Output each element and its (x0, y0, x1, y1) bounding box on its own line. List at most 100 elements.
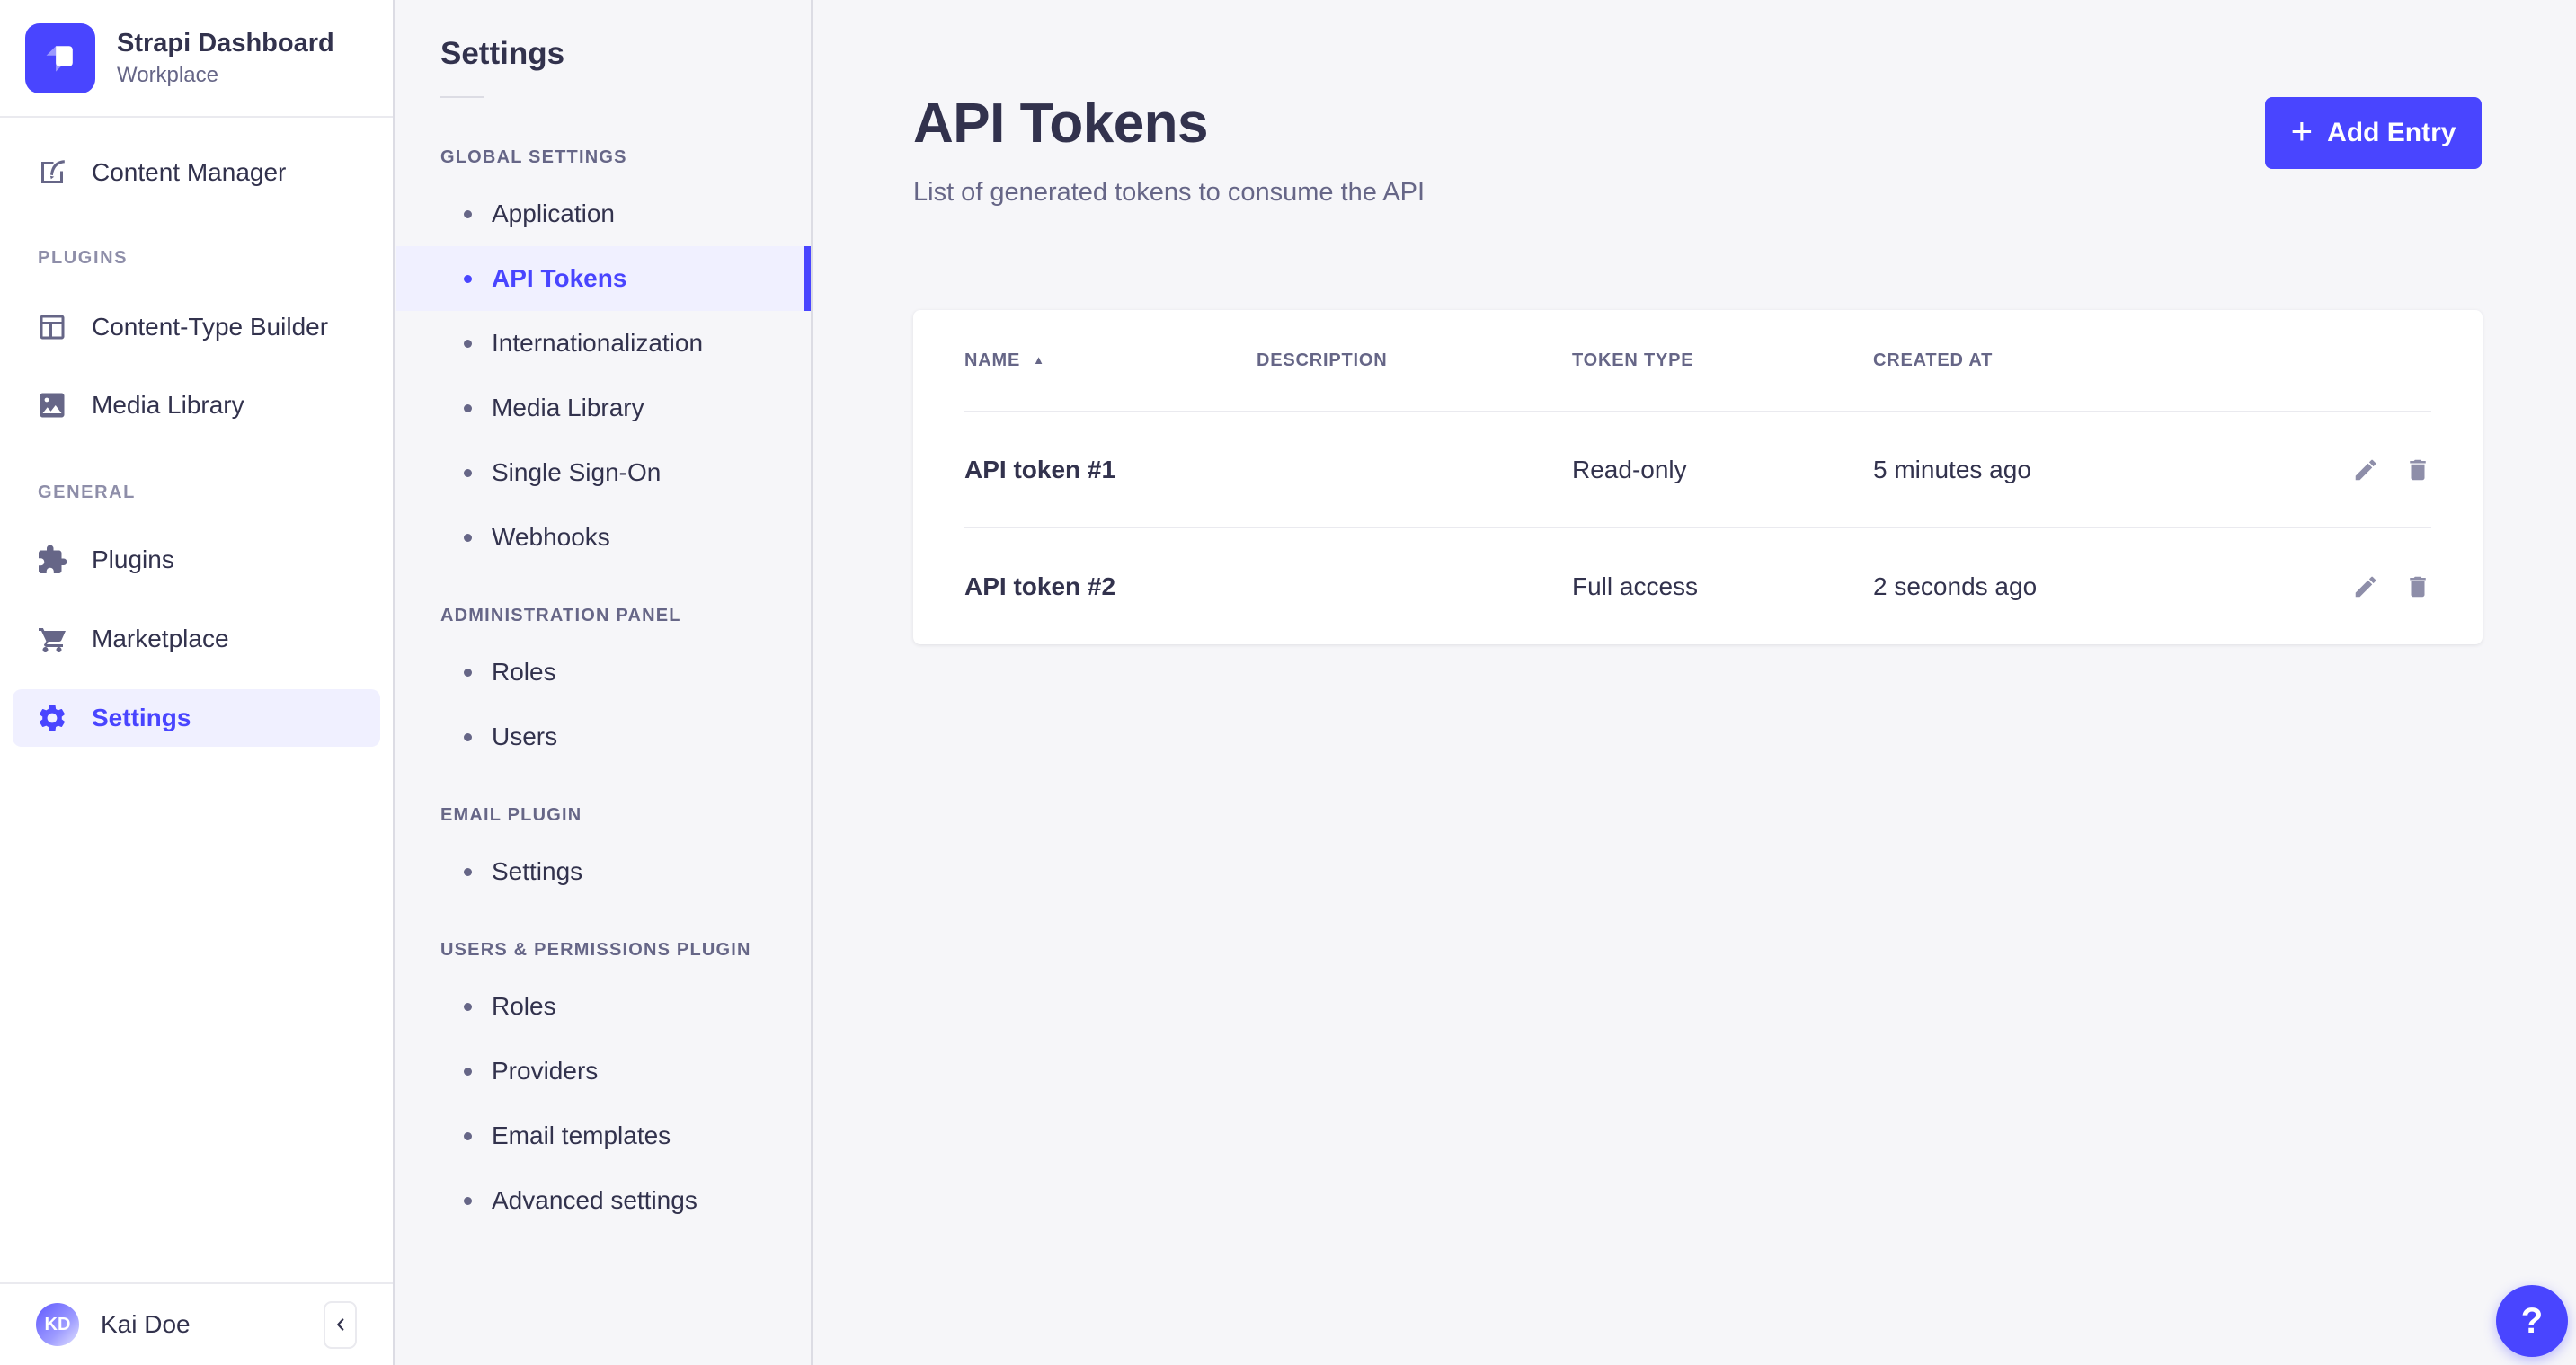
column-header-description[interactable]: DESCRIPTION (1257, 350, 1572, 371)
sidebar-item-media-library[interactable]: Media Library (13, 377, 380, 434)
subnav-list-administration-panel: Roles Users (396, 640, 811, 769)
subnav-item-up-roles[interactable]: Roles (396, 974, 811, 1039)
bullet-icon (464, 1132, 472, 1140)
plus-icon: + (2291, 112, 2314, 150)
avatar[interactable]: KD (36, 1303, 79, 1346)
subnav-item-label: Settings (492, 857, 582, 886)
table-header-row: NAME ▲ DESCRIPTION TOKEN TYPE CREATED AT (964, 310, 2431, 412)
sort-ascending-icon[interactable]: ▲ (1033, 353, 1045, 367)
subnav-divider (440, 96, 484, 98)
subnav-item-label: Webhooks (492, 523, 610, 552)
subnav-item-label: Media Library (492, 394, 644, 422)
subnav-item-up-providers[interactable]: Providers (396, 1039, 811, 1104)
edit-button[interactable] (2352, 456, 2379, 483)
subnav-item-label: Roles (492, 658, 556, 687)
sidebar-item-settings[interactable]: Settings (13, 689, 380, 747)
bullet-icon (464, 1197, 472, 1205)
subnav-item-media-library[interactable]: Media Library (396, 376, 811, 440)
sidebar-item-content-type-builder[interactable]: Content-Type Builder (13, 298, 380, 356)
column-header-name[interactable]: NAME ▲ (964, 350, 1257, 371)
subnav-item-admin-roles[interactable]: Roles (396, 640, 811, 705)
token-type: Read-only (1572, 456, 1873, 484)
subnav-list-users-permissions: Roles Providers Email templates Advanced… (396, 974, 811, 1233)
user-name: Kai Doe (101, 1310, 191, 1339)
subnav-item-single-sign-on[interactable]: Single Sign-On (396, 440, 811, 505)
subnav-list-email-plugin: Settings (396, 839, 811, 904)
gear-icon (36, 702, 68, 734)
sidebar-item-label: Marketplace (92, 625, 229, 653)
subnav-item-admin-users[interactable]: Users (396, 705, 811, 769)
delete-button[interactable] (2404, 456, 2431, 483)
bullet-icon (464, 404, 472, 412)
subnav-item-label: Single Sign-On (492, 458, 661, 487)
pencil-icon (2352, 573, 2379, 600)
bullet-icon (464, 210, 472, 218)
sidebar-item-label: Content Manager (92, 158, 286, 187)
sidebar-item-marketplace[interactable]: Marketplace (13, 610, 380, 668)
workspace-name: Workplace (117, 63, 334, 88)
subnav-item-label: Users (492, 722, 557, 751)
row-actions (2314, 456, 2431, 483)
sidebar-section-general: GENERAL (38, 480, 393, 505)
subnav-item-api-tokens[interactable]: API Tokens (396, 246, 811, 311)
table-row[interactable]: API token #1 Read-only 5 minutes ago (964, 412, 2431, 528)
bullet-icon (464, 669, 472, 677)
main-content: API Tokens List of generated tokens to c… (813, 0, 2576, 1365)
bullet-icon (464, 534, 472, 542)
subnav-item-application[interactable]: Application (396, 182, 811, 246)
strapi-logo-icon (25, 23, 95, 93)
api-tokens-table-card: NAME▲ DESCRIPTION TOKEN TYPE CREATED AT … (913, 310, 2483, 644)
bullet-icon (464, 1068, 472, 1076)
token-created-at: 2 seconds ago (1873, 572, 2314, 601)
page-subtitle: List of generated tokens to consume the … (913, 178, 1425, 208)
trash-icon (2404, 573, 2431, 600)
token-type: Full access (1572, 572, 1873, 601)
settings-subnav: Settings GLOBAL SETTINGS Application API… (396, 0, 813, 1365)
table-row[interactable]: API token #2 Full access 2 seconds ago (964, 528, 2431, 644)
sidebar-item-label: Settings (92, 704, 191, 732)
column-header-token-type[interactable]: TOKEN TYPE (1572, 350, 1873, 371)
subnav-item-up-email-templates[interactable]: Email templates (396, 1104, 811, 1168)
bullet-icon (464, 469, 472, 477)
column-header-created-at[interactable]: CREATED AT (1873, 350, 2314, 371)
workspace-brand[interactable]: Strapi Dashboard Workplace (0, 0, 393, 118)
token-name: API token #1 (964, 456, 1257, 484)
sidebar-footer: KD Kai Doe (0, 1282, 393, 1365)
subnav-item-email-settings[interactable]: Settings (396, 839, 811, 904)
subnav-item-label: Roles (492, 992, 556, 1021)
delete-button[interactable] (2404, 573, 2431, 600)
subnav-item-label: Email templates (492, 1121, 671, 1150)
sidebar-item-label: Plugins (92, 545, 174, 574)
shopping-cart-icon (36, 623, 68, 655)
subnav-item-webhooks[interactable]: Webhooks (396, 505, 811, 570)
collapse-sidebar-button[interactable] (324, 1301, 357, 1349)
app-title: Strapi Dashboard (117, 28, 334, 59)
column-header-label: NAME (964, 350, 1020, 370)
token-created-at: 5 minutes ago (1873, 456, 2314, 484)
main-sidebar: Strapi Dashboard Workplace Content Manag… (0, 0, 395, 1365)
bullet-icon (464, 1003, 472, 1011)
edit-button[interactable] (2352, 573, 2379, 600)
chevron-left-icon (331, 1315, 351, 1334)
row-actions (2314, 573, 2431, 600)
subnav-item-up-advanced-settings[interactable]: Advanced settings (396, 1168, 811, 1233)
trash-icon (2404, 456, 2431, 483)
content-type-builder-icon (36, 311, 68, 343)
add-entry-button[interactable]: + Add Entry (2265, 97, 2482, 169)
subnav-item-label: Internationalization (492, 329, 703, 358)
add-entry-label: Add Entry (2327, 118, 2456, 148)
subnav-item-label: API Tokens (492, 264, 626, 293)
subnav-list-global-settings: Application API Tokens Internationalizat… (396, 182, 811, 570)
question-mark-icon: ? (2521, 1301, 2543, 1342)
subnav-title: Settings (440, 36, 811, 72)
content-manager-icon (36, 156, 68, 189)
workspace-titles: Strapi Dashboard Workplace (117, 28, 334, 88)
sidebar-item-content-manager[interactable]: Content Manager (13, 144, 380, 201)
subnav-item-internationalization[interactable]: Internationalization (396, 311, 811, 376)
pencil-icon (2352, 456, 2379, 483)
media-library-icon (36, 389, 68, 421)
bullet-icon (464, 275, 472, 283)
help-button[interactable]: ? (2496, 1285, 2568, 1357)
sidebar-item-plugins[interactable]: Plugins (13, 531, 380, 589)
bullet-icon (464, 868, 472, 876)
